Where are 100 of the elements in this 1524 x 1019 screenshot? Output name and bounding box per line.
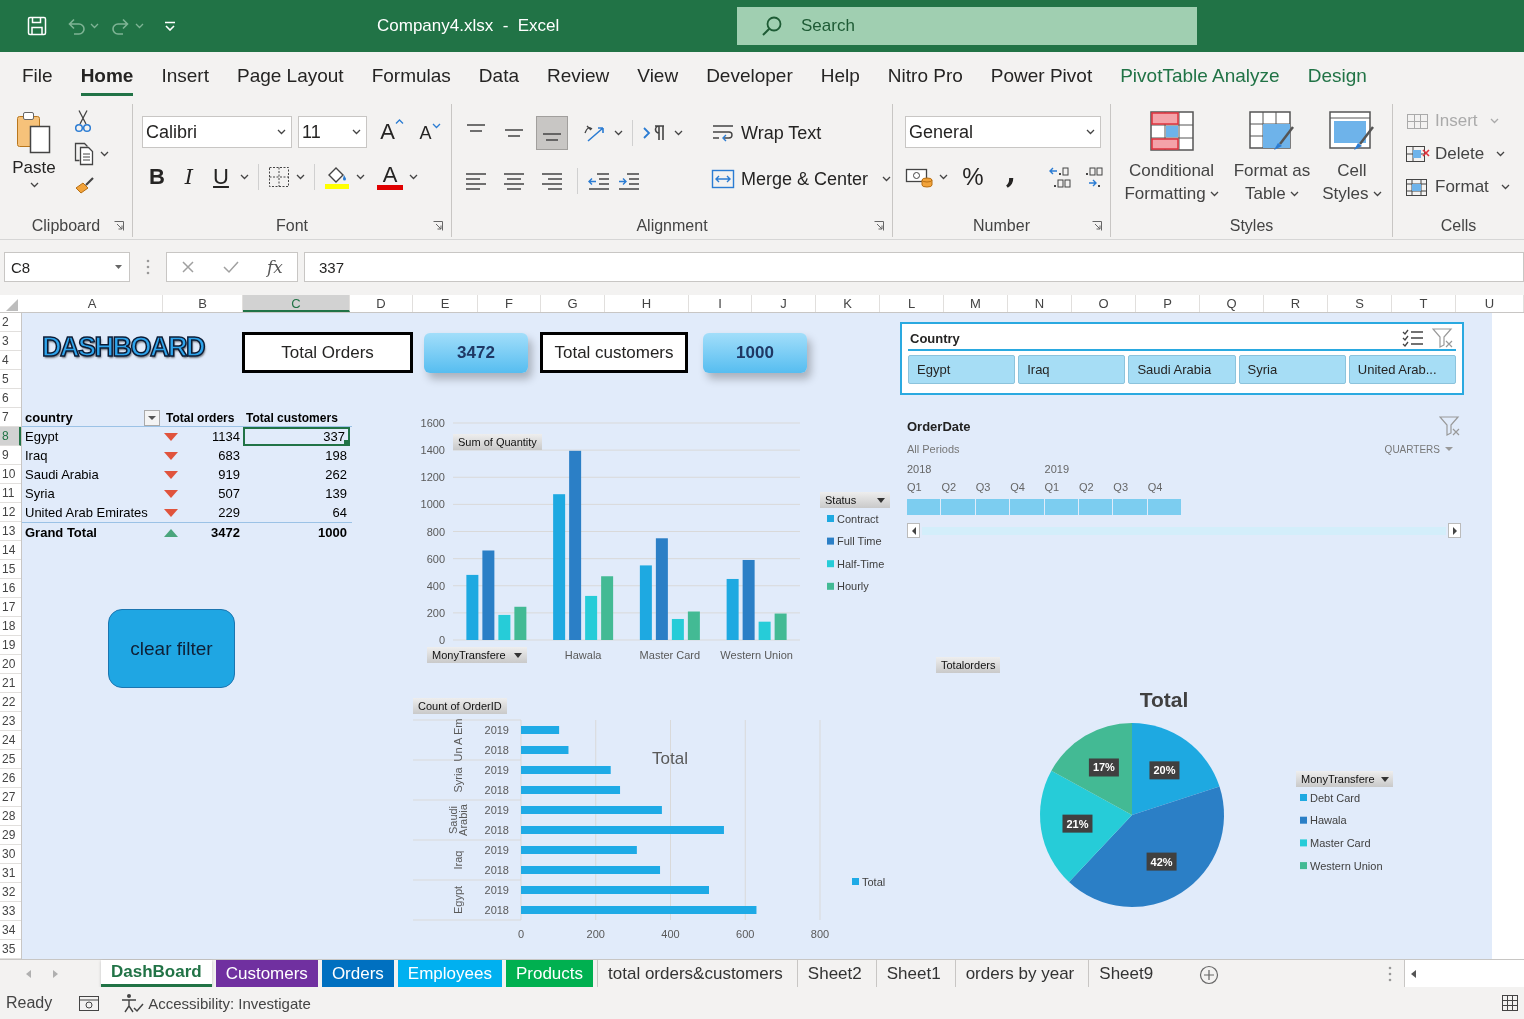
column-header[interactable]: M bbox=[944, 295, 1008, 312]
row-header[interactable]: 30 bbox=[0, 845, 21, 864]
accessibility-button[interactable]: Accessibility: Investigate bbox=[120, 992, 311, 1014]
number-format-dropdown[interactable]: General bbox=[905, 116, 1101, 148]
column-header[interactable]: Q bbox=[1200, 295, 1264, 312]
field-button[interactable]: Count of OrderID bbox=[413, 698, 507, 714]
row-header[interactable]: 11 bbox=[0, 484, 21, 503]
caret-icon[interactable] bbox=[100, 151, 109, 157]
sheet-tab[interactable]: DashBoard bbox=[101, 960, 212, 987]
ribbon-tab[interactable]: Insert bbox=[161, 56, 209, 96]
copy-icon[interactable] bbox=[74, 142, 94, 166]
column-header[interactable]: J bbox=[752, 295, 816, 312]
align-bottom-button[interactable] bbox=[536, 116, 568, 150]
column-header[interactable]: H bbox=[605, 295, 689, 312]
column-header[interactable]: K bbox=[816, 295, 880, 312]
row-header[interactable]: 18 bbox=[0, 617, 21, 636]
row-header[interactable]: 20 bbox=[0, 655, 21, 674]
row-header[interactable]: 33 bbox=[0, 902, 21, 921]
formula-field[interactable]: 337 bbox=[304, 252, 1524, 282]
borders-icon[interactable] bbox=[268, 166, 290, 188]
sheet-tab[interactable]: Orders bbox=[321, 960, 394, 987]
row-header[interactable]: 6 bbox=[0, 389, 21, 408]
field-button[interactable]: Totalorders bbox=[936, 657, 1001, 673]
scroll-right-button[interactable] bbox=[1448, 523, 1461, 538]
slicer-item[interactable]: Saudi Arabia bbox=[1128, 355, 1236, 384]
field-button[interactable]: MonyTransfere bbox=[1296, 771, 1393, 787]
brush-icon[interactable] bbox=[74, 175, 96, 195]
clear-filter-icon[interactable] bbox=[1432, 328, 1454, 348]
ribbon-tab[interactable]: Nitro Pro bbox=[887, 56, 963, 96]
customize-menu-icon[interactable] bbox=[164, 21, 176, 31]
increase-indent-icon[interactable] bbox=[617, 171, 641, 191]
horizontal-scrollbar[interactable] bbox=[1404, 960, 1524, 987]
conditional-formatting-button[interactable]: Conditional Formatting bbox=[1119, 110, 1225, 215]
field-button[interactable]: MonyTransfere bbox=[427, 647, 527, 663]
ribbon-tab[interactable]: Formulas bbox=[371, 56, 451, 96]
ribbon-tab[interactable]: Help bbox=[820, 56, 860, 96]
row-header[interactable]: 9 bbox=[0, 446, 21, 465]
delete-cells-button[interactable]: Delete bbox=[1405, 141, 1516, 167]
new-sheet-icon[interactable] bbox=[1199, 965, 1220, 985]
row-header[interactable]: 28 bbox=[0, 807, 21, 826]
caret-icon[interactable] bbox=[296, 174, 305, 180]
format-cells-button[interactable]: Format bbox=[1405, 174, 1516, 200]
multi-select-icon[interactable] bbox=[1402, 329, 1424, 347]
italic-button[interactable]: I bbox=[176, 162, 202, 192]
row-header[interactable]: 3 bbox=[0, 332, 21, 351]
shrink-font-button[interactable]: A bbox=[417, 117, 443, 147]
format-as-table-button[interactable]: Format as Table bbox=[1230, 110, 1314, 215]
ribbon-tab[interactable]: PivotTable Analyze bbox=[1120, 56, 1280, 96]
column-header[interactable]: D bbox=[350, 295, 413, 312]
row-header[interactable]: 5 bbox=[0, 370, 21, 389]
row-header[interactable]: 14 bbox=[0, 541, 21, 560]
slicer-item[interactable]: Iraq bbox=[1018, 355, 1126, 384]
caret-icon[interactable] bbox=[614, 130, 623, 136]
search-field[interactable]: Search bbox=[737, 7, 1197, 45]
ribbon-tab[interactable]: Power Pivot bbox=[990, 56, 1093, 96]
caret-icon[interactable] bbox=[674, 130, 683, 136]
slicer-item[interactable]: Syria bbox=[1238, 355, 1346, 384]
name-box[interactable]: C8 bbox=[4, 252, 130, 282]
column-header[interactable]: U bbox=[1456, 295, 1524, 312]
ribbon-tab[interactable]: File bbox=[22, 56, 53, 96]
ribbon-tab[interactable]: Developer bbox=[706, 56, 793, 96]
caret-icon[interactable] bbox=[939, 174, 948, 180]
enter-icon[interactable] bbox=[223, 260, 239, 274]
row-header[interactable]: 10 bbox=[0, 465, 21, 484]
column-header[interactable]: N bbox=[1008, 295, 1072, 312]
row-header[interactable]: 19 bbox=[0, 636, 21, 655]
column-header[interactable]: T bbox=[1392, 295, 1456, 312]
row-header[interactable]: 29 bbox=[0, 826, 21, 845]
column-header[interactable]: O bbox=[1072, 295, 1136, 312]
increase-decimal-icon[interactable] bbox=[1048, 165, 1074, 189]
ribbon-tab[interactable]: Home bbox=[80, 56, 134, 96]
undo-icon[interactable] bbox=[66, 16, 86, 36]
dialog-launcher-icon[interactable] bbox=[114, 221, 124, 231]
scroll-left-icon[interactable] bbox=[1409, 968, 1417, 979]
sheet-tab[interactable]: Customers bbox=[215, 960, 318, 987]
filter-dropdown-icon[interactable] bbox=[144, 409, 160, 426]
grow-font-button[interactable]: A bbox=[379, 117, 405, 147]
row-header[interactable]: 17 bbox=[0, 598, 21, 617]
row-header[interactable]: 21 bbox=[0, 674, 21, 693]
column-header[interactable]: E bbox=[413, 295, 478, 312]
insert-function-button[interactable]: fx bbox=[267, 257, 283, 277]
slicer-item[interactable]: Egypt bbox=[908, 355, 1016, 384]
cell-styles-button[interactable]: Cell Styles bbox=[1319, 110, 1384, 215]
save-icon[interactable] bbox=[26, 15, 48, 37]
dialog-launcher-icon[interactable] bbox=[1092, 221, 1102, 231]
dialog-launcher-icon[interactable] bbox=[433, 221, 443, 231]
column-header[interactable]: F bbox=[478, 295, 541, 312]
row-header[interactable]: 8 bbox=[0, 427, 21, 446]
column-header[interactable]: S bbox=[1328, 295, 1392, 312]
row-header[interactable]: 31 bbox=[0, 864, 21, 883]
row-header[interactable]: 34 bbox=[0, 921, 21, 940]
ribbon-tab[interactable]: Page Layout bbox=[236, 56, 344, 96]
row-header[interactable]: 24 bbox=[0, 731, 21, 750]
window-icon[interactable] bbox=[78, 994, 101, 1012]
normal-view-icon[interactable] bbox=[1502, 995, 1518, 1011]
ribbon-tab[interactable]: Review bbox=[547, 56, 610, 96]
row-header[interactable]: 25 bbox=[0, 750, 21, 769]
row-header[interactable]: 26 bbox=[0, 769, 21, 788]
row-header[interactable]: 15 bbox=[0, 560, 21, 579]
paste-button[interactable]: Paste bbox=[8, 106, 60, 215]
